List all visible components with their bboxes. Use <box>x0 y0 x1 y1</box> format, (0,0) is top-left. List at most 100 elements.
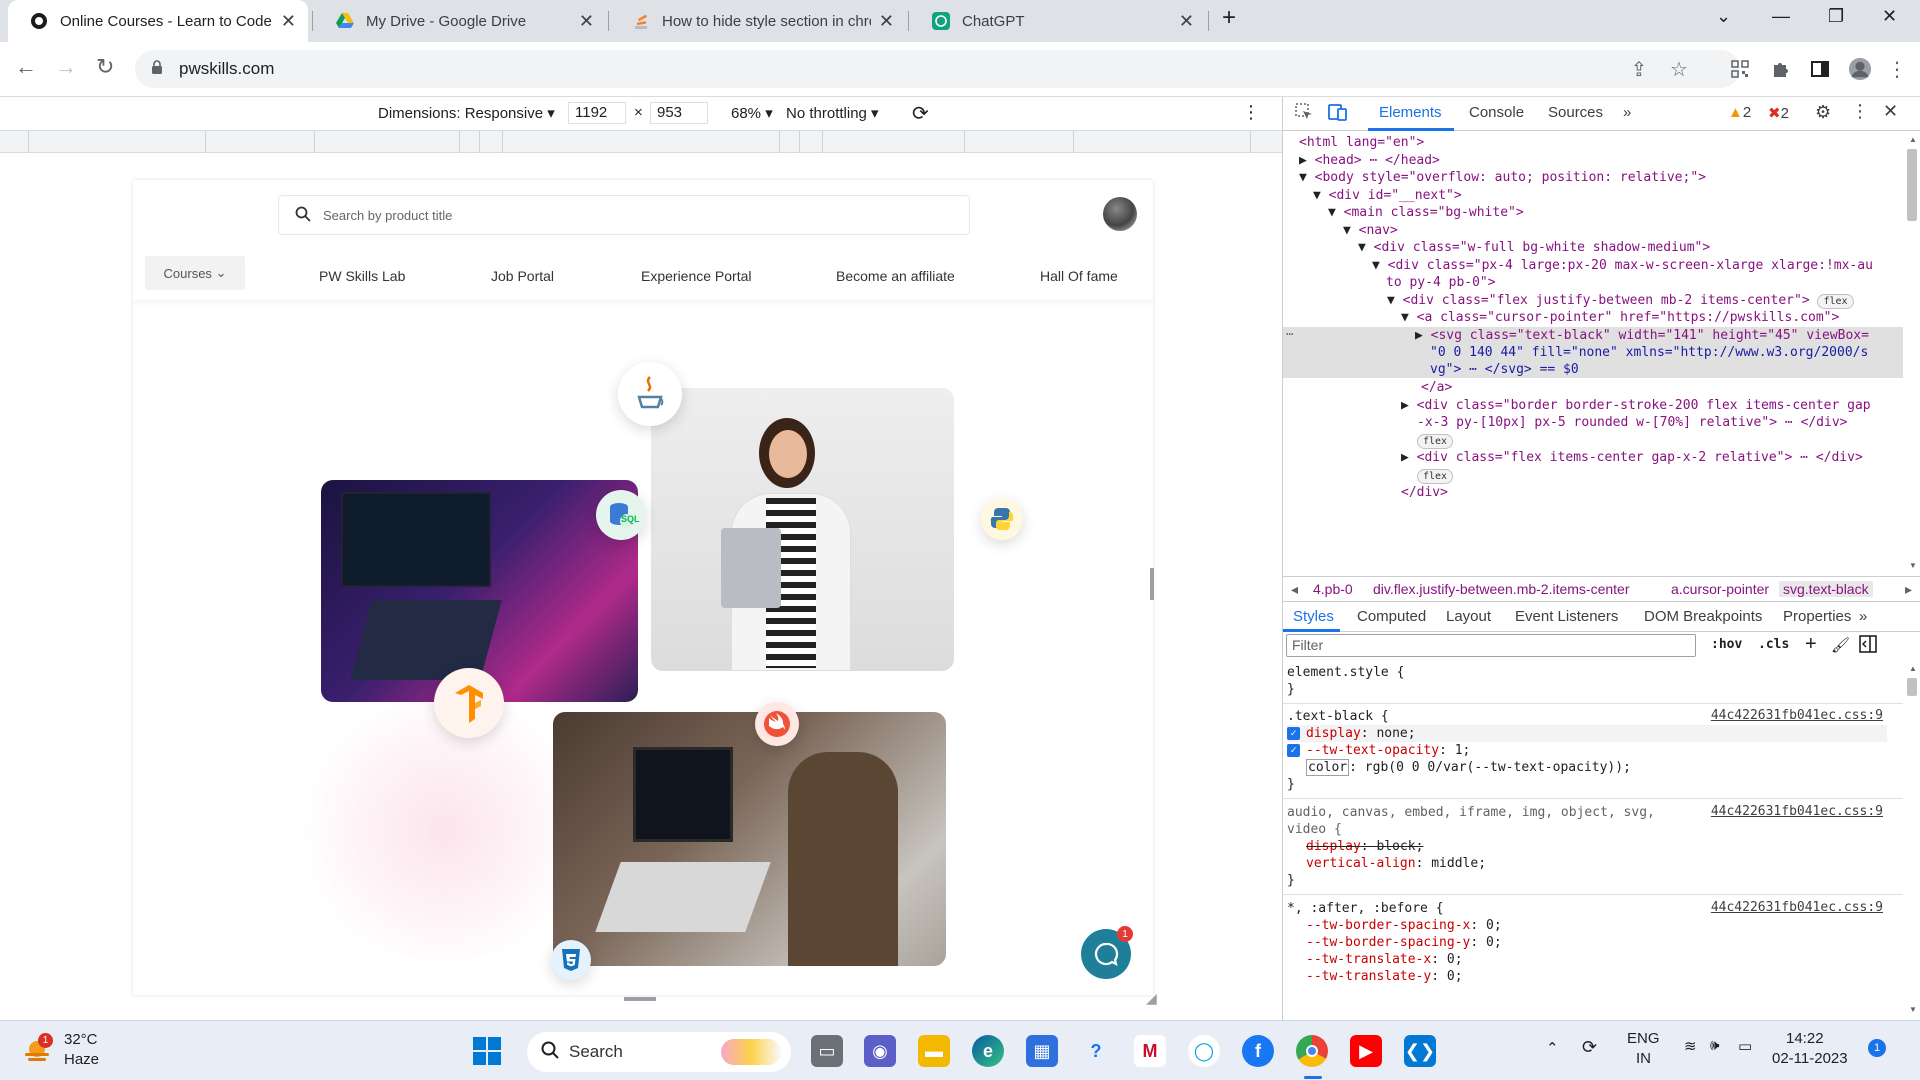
tab-console[interactable]: Console <box>1469 104 1524 121</box>
dom-node[interactable]: </a> <box>1283 379 1903 396</box>
scroll-up-arrow-icon[interactable]: ▲ <box>1909 135 1917 144</box>
style-property-row[interactable]: --tw-border-spacing-y: 0; <box>1306 934 1502 951</box>
side-panel-icon[interactable] <box>1808 57 1832 81</box>
checkbox-checked-icon[interactable]: ✓ <box>1287 744 1300 757</box>
qr-code-icon[interactable] <box>1728 57 1752 81</box>
dom-node[interactable]: ▼ <div class="w-full bg-white shadow-med… <box>1283 239 1903 256</box>
styles-pane[interactable]: element.style { } .text-black { 44c42263… <box>1283 660 1903 1020</box>
reload-icon[interactable]: ↻ <box>96 54 114 80</box>
weather-sun-haze-icon[interactable]: 1 <box>22 1033 53 1066</box>
toggle-sidebar-icon[interactable] <box>1859 635 1877 656</box>
rule-selector[interactable]: *, :after, :before { <box>1287 900 1444 917</box>
wifi-icon[interactable]: ≋ <box>1684 1037 1697 1055</box>
tab-dom-breakpoints[interactable]: DOM Breakpoints <box>1644 608 1762 625</box>
breadcrumb-scroll-right-icon[interactable]: ▸ <box>1905 581 1912 598</box>
tab-sources[interactable]: Sources <box>1548 104 1603 121</box>
user-avatar[interactable] <box>1103 197 1137 231</box>
tab-layout[interactable]: Layout <box>1446 608 1491 625</box>
share-icon[interactable]: ⇪ <box>1627 57 1651 81</box>
collapse-arrow-icon[interactable]: ▼ <box>1401 310 1417 325</box>
dimensions-dropdown[interactable]: Dimensions: Responsive ▾ <box>378 104 555 122</box>
device-toolbar-menu-icon[interactable]: ⋮ <box>1242 102 1260 123</box>
edge-browser-icon[interactable]: e <box>972 1035 1004 1067</box>
more-tabs-icon[interactable]: » <box>1623 104 1631 121</box>
collapse-arrow-icon[interactable]: ▼ <box>1387 293 1403 308</box>
nav-link-become-affiliate[interactable]: Become an affiliate <box>836 268 955 284</box>
microsoft-store-icon[interactable]: ▦ <box>1026 1035 1058 1067</box>
dom-node-selected[interactable]: ▶ <svg class="text-black" width="141" he… <box>1283 327 1903 344</box>
browser-menu-icon[interactable]: ⋮ <box>1885 57 1909 81</box>
extensions-puzzle-icon[interactable] <box>1768 57 1792 81</box>
style-property-row[interactable]: --tw-translate-x: 0; <box>1306 951 1463 968</box>
tab-elements[interactable]: Elements <box>1379 104 1442 121</box>
nav-link-pw-skills-lab[interactable]: PW Skills Lab <box>319 268 405 284</box>
resize-handle-bottom[interactable] <box>624 997 656 1001</box>
product-search-input[interactable]: Search by product title <box>278 195 970 235</box>
paint-brush-icon[interactable]: 🖌 <box>1831 636 1850 654</box>
breadcrumb-item[interactable]: 4.pb-0 <box>1313 581 1353 597</box>
address-bar[interactable]: pwskills.com <box>135 50 1740 88</box>
media-query-ruler[interactable] <box>0 131 1282 153</box>
tab-event-listeners[interactable]: Event Listeners <box>1515 608 1618 625</box>
close-tab-icon[interactable]: ✕ <box>281 11 296 32</box>
collapse-arrow-icon[interactable]: ▼ <box>1299 170 1315 185</box>
stylesheet-source-link[interactable]: 44c422631fb041ec.css:9 <box>1711 708 1883 723</box>
dom-tree[interactable]: <html lang="en"> ▶ <head> ⋯ </head> ▼ <b… <box>1283 131 1903 576</box>
region-code[interactable]: IN <box>1636 1050 1651 1067</box>
breadcrumb-item[interactable]: a.cursor-pointer <box>1671 581 1769 597</box>
browser-tab-pwskills[interactable]: Online Courses - Learn to Code ✕ <box>8 0 308 42</box>
rule-selector[interactable]: audio, canvas, embed, iframe, img, objec… <box>1287 804 1655 821</box>
vscode-icon[interactable]: ❮❯ <box>1404 1035 1436 1067</box>
dom-node[interactable]: ▼ <main class="bg-white"> <box>1283 204 1903 221</box>
zoom-dropdown[interactable]: 68% ▾ <box>731 104 773 122</box>
style-property-row[interactable]: --tw-border-spacing-x: 0; <box>1306 917 1502 934</box>
tab-search-chevron-icon[interactable]: ⌄ <box>1716 6 1731 27</box>
collapse-arrow-icon[interactable]: ▼ <box>1313 188 1329 203</box>
style-property-row[interactable]: color: rgb(0 0 0/var(--tw-text-opacity))… <box>1306 759 1631 776</box>
stylesheet-source-link[interactable]: 44c422631fb041ec.css:9 <box>1711 804 1883 819</box>
task-view-icon[interactable]: ▭ <box>811 1035 843 1067</box>
breadcrumb-scroll-left-icon[interactable]: ◂ <box>1291 581 1298 598</box>
width-input[interactable]: 1192 <box>568 102 626 124</box>
rotate-icon[interactable]: ⟳ <box>912 101 929 126</box>
volume-icon[interactable]: 🕪 <box>1710 1037 1719 1054</box>
errors-counter[interactable]: ✖2 <box>1768 104 1789 122</box>
cls-toggle[interactable]: .cls <box>1758 637 1789 652</box>
device-toggle-icon[interactable] <box>1328 103 1348 125</box>
nav-link-job-portal[interactable]: Job Portal <box>491 268 554 284</box>
close-window-icon[interactable]: ✕ <box>1882 6 1897 27</box>
teams-chat-icon[interactable]: ◉ <box>864 1035 896 1067</box>
bookmark-star-icon[interactable]: ☆ <box>1667 57 1691 81</box>
new-style-rule-icon[interactable]: + <box>1805 633 1817 656</box>
browser-tab-google-drive[interactable]: My Drive - Google Drive ✕ <box>314 0 606 42</box>
flex-badge[interactable]: flex <box>1417 434 1454 449</box>
rule-selector[interactable]: .text-black { <box>1287 708 1389 725</box>
scroll-down-arrow-icon[interactable]: ▼ <box>1909 1005 1917 1014</box>
scrollbar-thumb[interactable] <box>1907 678 1917 696</box>
back-arrow-icon[interactable]: ← <box>15 54 37 80</box>
courses-dropdown[interactable]: Courses ⌄ <box>145 256 245 290</box>
flex-badge[interactable]: flex <box>1417 469 1454 484</box>
hov-toggle[interactable]: :hov <box>1711 637 1742 652</box>
style-property-row[interactable]: vertical-align: middle; <box>1306 855 1486 872</box>
close-tab-icon[interactable]: ✕ <box>1179 11 1194 32</box>
warnings-counter[interactable]: ▲2 <box>1728 104 1751 121</box>
dom-node[interactable]: ▶ <head> ⋯ </head> <box>1283 152 1903 169</box>
chat-support-button[interactable]: 1 <box>1081 926 1133 979</box>
dom-node[interactable]: ▼ <div class="px-4 large:px-20 max-w-scr… <box>1283 257 1903 274</box>
file-explorer-icon[interactable]: ▬ <box>918 1035 950 1067</box>
sync-icon[interactable]: ⟳ <box>1582 1037 1597 1058</box>
devtools-menu-icon[interactable]: ⋮ <box>1851 101 1869 122</box>
youtube-icon[interactable]: ▶ <box>1350 1035 1382 1067</box>
throttling-dropdown[interactable]: No throttling ▾ <box>786 104 879 122</box>
collapse-arrow-icon[interactable]: ▼ <box>1372 258 1388 273</box>
dom-node[interactable]: ▼ <nav> <box>1283 222 1903 239</box>
alexa-icon[interactable]: ◯ <box>1188 1035 1220 1067</box>
mcafee-icon[interactable]: M <box>1134 1035 1166 1067</box>
taskbar-search-box[interactable]: Search <box>527 1032 791 1072</box>
dom-tree-scrollbar[interactable]: ▲ ▼ <box>1903 131 1920 576</box>
windows-start-icon[interactable] <box>473 1037 501 1068</box>
browser-tab-stackoverflow[interactable]: How to hide style section in chro ✕ <box>610 0 906 42</box>
battery-icon[interactable]: ▭ <box>1738 1037 1752 1055</box>
dom-node[interactable]: ▼ <div class="flex justify-between mb-2 … <box>1283 292 1903 309</box>
